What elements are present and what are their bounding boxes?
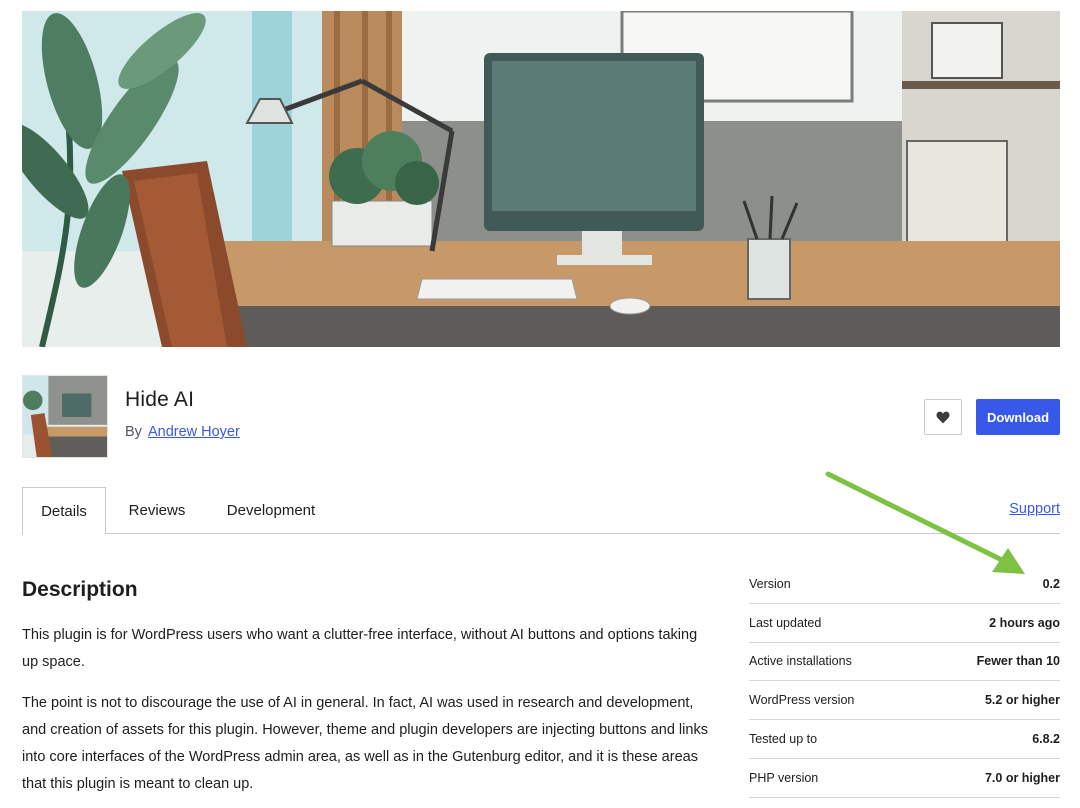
- meta-row-tested-up-to: Tested up to 6.8.2: [749, 720, 1060, 759]
- author-link[interactable]: Andrew Hoyer: [148, 424, 240, 440]
- meta-label: Tested up to: [749, 732, 818, 747]
- meta-label: Last updated: [749, 615, 822, 630]
- meta-row-active-installations: Active installations Fewer than 10: [749, 643, 1060, 682]
- favorite-button[interactable]: [924, 399, 962, 435]
- download-button[interactable]: Download: [976, 399, 1060, 435]
- meta-value: 0.2: [1042, 576, 1060, 591]
- tab-reviews[interactable]: Reviews: [116, 487, 198, 534]
- plugin-icon: [22, 375, 108, 458]
- plugin-author: By Andrew Hoyer: [125, 424, 240, 440]
- meta-label: Version: [749, 576, 791, 591]
- meta-value: 6.8.2: [1032, 732, 1060, 747]
- description-paragraph: This plugin is for WordPress users who w…: [22, 627, 698, 670]
- description-paragraph: The point is not to discourage the use o…: [22, 695, 708, 792]
- plugin-title: Hide AI: [125, 388, 195, 411]
- heart-icon: [936, 411, 950, 423]
- meta-label: Active installations: [749, 654, 852, 669]
- meta-value: 5.2 or higher: [984, 693, 1060, 708]
- plugin-meta-table: Version 0.2 Last updated 2 hours ago Act…: [749, 565, 1060, 798]
- meta-value: 7.0 or higher: [984, 770, 1060, 785]
- meta-row-last-updated: Last updated 2 hours ago: [749, 604, 1060, 643]
- meta-label: WordPress version: [749, 693, 855, 708]
- meta-value: 2 hours ago: [989, 615, 1060, 630]
- meta-value: Fewer than 10: [976, 654, 1060, 669]
- tab-development[interactable]: Development: [212, 487, 330, 534]
- meta-label: PHP version: [749, 770, 819, 785]
- annotation-arrow-icon: [825, 471, 1025, 574]
- plugin-banner-image: [22, 11, 1060, 347]
- author-prefix: By: [125, 424, 142, 440]
- meta-row-php-version: PHP version 7.0 or higher: [749, 759, 1060, 798]
- meta-row-wordpress-version: WordPress version 5.2 or higher: [749, 681, 1060, 721]
- description-heading: Description: [22, 578, 138, 601]
- tab-details[interactable]: Details: [22, 487, 106, 535]
